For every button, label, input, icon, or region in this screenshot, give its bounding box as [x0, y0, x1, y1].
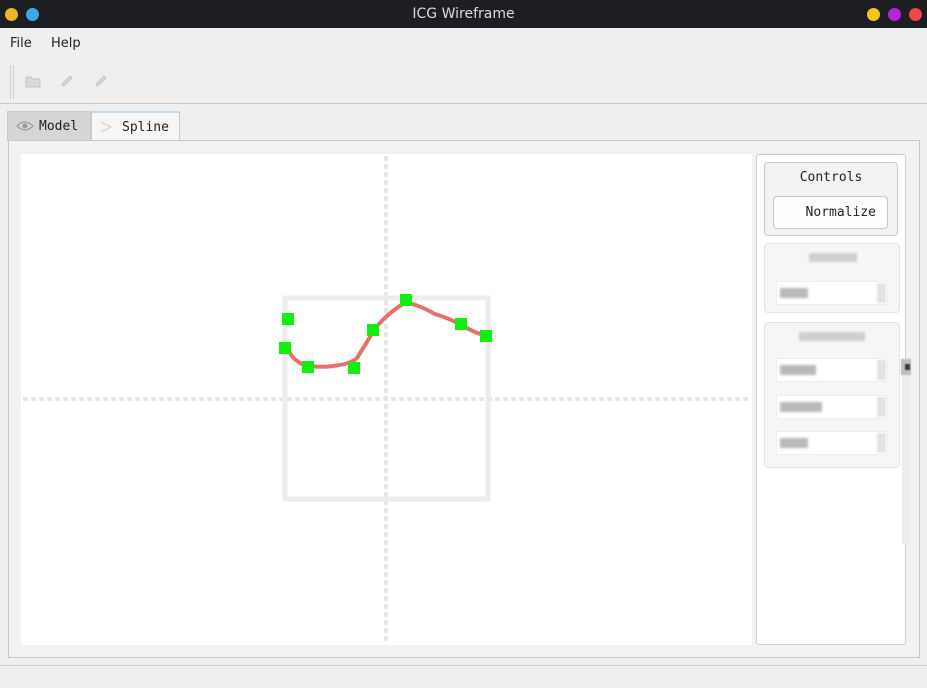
pencil-icon[interactable]	[57, 71, 77, 91]
title-bar: ICG Wireframe	[0, 0, 927, 28]
group-title	[799, 332, 865, 341]
window-title: ICG Wireframe	[412, 6, 515, 22]
field-spinner[interactable]	[877, 433, 886, 453]
control-point[interactable]	[400, 294, 412, 306]
menu-file[interactable]: File	[10, 36, 32, 51]
minimize-button[interactable]	[867, 8, 880, 21]
group-title	[809, 253, 857, 262]
tab-spline-label: Spline	[122, 120, 169, 135]
spline-canvas[interactable]	[21, 154, 752, 645]
maximize-button[interactable]	[888, 8, 901, 21]
open-folder-icon[interactable]	[23, 71, 43, 91]
tab-spline[interactable]: Spline	[91, 111, 180, 141]
menu-bar: File Help	[0, 28, 927, 58]
control-point[interactable]	[455, 318, 467, 330]
field-spinner[interactable]	[877, 360, 886, 380]
toolbar-grip[interactable]	[10, 65, 14, 99]
status-bar	[0, 665, 927, 688]
field-spinner[interactable]	[877, 283, 886, 303]
field-label	[780, 438, 808, 448]
tab-model[interactable]: Model	[7, 111, 91, 141]
control-point[interactable]	[480, 330, 492, 342]
menu-help[interactable]: Help	[51, 36, 81, 51]
control-point[interactable]	[348, 362, 360, 374]
field-label	[780, 365, 816, 375]
field-label	[780, 402, 822, 412]
pencil-icon[interactable]	[91, 71, 111, 91]
control-point[interactable]	[302, 361, 314, 373]
toolbar	[0, 58, 927, 104]
control-point[interactable]	[279, 342, 291, 354]
eye-icon	[16, 119, 34, 137]
close-button[interactable]	[909, 8, 922, 21]
field-label	[780, 288, 808, 298]
side-scrollbar[interactable]	[902, 358, 910, 544]
controls-title: Controls	[799, 170, 863, 185]
control-point[interactable]	[282, 313, 294, 325]
tab-model-label: Model	[39, 119, 79, 134]
control-point[interactable]	[367, 324, 379, 336]
scroll-thumb[interactable]	[901, 359, 911, 375]
spline-icon	[99, 119, 115, 139]
normalize-button[interactable]: Normalize	[773, 196, 888, 229]
spline-editor[interactable]	[21, 154, 752, 645]
field-spinner[interactable]	[877, 397, 886, 417]
